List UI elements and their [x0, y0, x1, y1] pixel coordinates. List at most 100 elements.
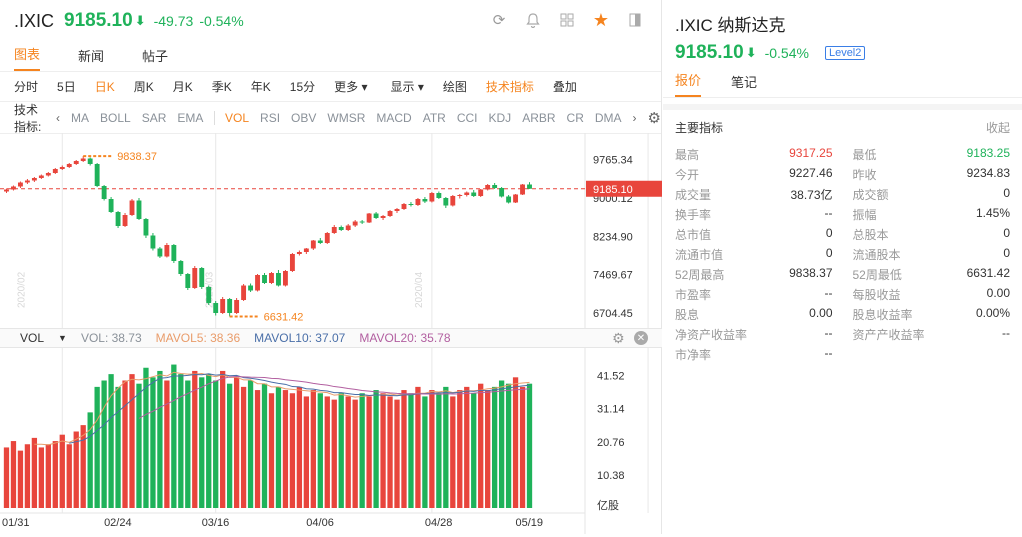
close-icon[interactable]: ✕ [634, 331, 648, 345]
volume-bar [59, 434, 65, 508]
indicator-ma[interactable]: MA [71, 111, 89, 125]
last-price-label: 9185.10 [593, 184, 633, 196]
tab-posts[interactable]: 帖子 [142, 46, 168, 71]
panel-toggle-icon[interactable] [625, 10, 645, 30]
stat-label: 流通股本 [852, 247, 901, 262]
month-watermark: 2020/02 [16, 271, 27, 308]
chevron-right-icon[interactable]: › [633, 111, 637, 125]
candle-body [24, 180, 30, 183]
settings-icon[interactable]: ⚙ [648, 109, 661, 127]
indicators-button[interactable]: 技术指标 [486, 78, 534, 95]
period-5day[interactable]: 5日 [57, 78, 76, 95]
tab-news[interactable]: 新闻 [78, 46, 104, 71]
stat-label: 市净率 [675, 347, 712, 362]
vol-selector[interactable]: VOL [20, 331, 44, 345]
draw-button[interactable]: 绘图 [443, 78, 467, 95]
candle-body [171, 245, 177, 261]
period-quarterly[interactable]: 季K [212, 78, 232, 95]
period-weekly[interactable]: 周K [134, 78, 154, 95]
tab-notes[interactable]: 笔记 [731, 72, 757, 97]
stat-value: -- [824, 325, 833, 340]
candle-body [485, 185, 491, 190]
indicator-atr[interactable]: ATR [423, 111, 446, 125]
period-15min[interactable]: 15分 [290, 78, 315, 95]
period-yearly[interactable]: 年K [251, 78, 271, 95]
stat-row: 52周最高 9838.37 52周最低 6631.42 [675, 264, 1010, 284]
candle-body [262, 275, 267, 283]
indicator-dma[interactable]: DMA [595, 111, 622, 125]
volume-bar [171, 364, 177, 508]
volume-settings-icon[interactable]: ⚙ [612, 330, 625, 347]
period-monthly[interactable]: 月K [173, 78, 193, 95]
volume-bar [282, 390, 289, 508]
display-dropdown[interactable]: 显示 ▾ [391, 78, 424, 95]
stat-row: 股息 0.00 股息收益率 0.00% [675, 304, 1010, 324]
indicator-label: 技术指标: [14, 102, 42, 134]
stat-row: 市净率 -- [675, 344, 1010, 364]
stat-label: 股息 [675, 307, 700, 322]
indicator-cci[interactable]: CCI [457, 111, 478, 125]
level2-badge[interactable]: Level2 [824, 46, 866, 60]
indicator-sar[interactable]: SAR [142, 111, 167, 125]
indicator-obv[interactable]: OBV [291, 111, 316, 125]
candle-body [178, 261, 184, 274]
volume-axis-label: 31.14 [597, 404, 625, 416]
candle-body [527, 184, 532, 189]
volume-bar [247, 380, 254, 508]
stat-value: -- [1002, 325, 1010, 340]
volume-bar [206, 374, 212, 508]
refresh-icon[interactable]: ⟳ [489, 10, 509, 30]
indicator-macd[interactable]: MACD [376, 111, 411, 125]
indicator-cr[interactable]: CR [567, 111, 584, 125]
collapse-button[interactable]: 收起 [986, 119, 1010, 136]
volume-bar [129, 374, 135, 508]
tab-quote[interactable]: 报价 [675, 70, 702, 97]
candle-body [289, 254, 295, 271]
chevron-left-icon[interactable]: ‹ [56, 111, 60, 125]
chevron-down-icon[interactable]: ▼ [58, 333, 67, 343]
indicator-rsi[interactable]: RSI [260, 111, 280, 125]
volume-bar [359, 393, 365, 508]
volume-bar [491, 386, 498, 508]
volume-bar [38, 447, 45, 508]
volume-bar [52, 441, 58, 508]
stat-value: 0 [1003, 225, 1010, 240]
candle-body [520, 184, 525, 195]
period-more-dropdown[interactable]: 更多 ▾ [334, 78, 367, 95]
indicator-vol[interactable]: VOL [225, 111, 249, 125]
stat-label: 今开 [675, 167, 700, 182]
candle-body [185, 274, 191, 288]
indicator-arbr[interactable]: ARBR [522, 111, 555, 125]
volume-bar [289, 393, 296, 508]
candle-body [59, 167, 65, 169]
stat-row: 换手率 -- 振幅 1.45% [675, 204, 1010, 224]
period-intraday[interactable]: 分时 [14, 78, 38, 95]
star-icon[interactable]: ★ [591, 10, 611, 30]
header-toolbar: ⟳ ★ [489, 10, 645, 30]
stat-row: 成交量 38.73亿 成交额 0 [675, 184, 1010, 204]
indicator-ema[interactable]: EMA [177, 111, 203, 125]
tab-chart[interactable]: 图表 [14, 44, 41, 71]
bell-icon[interactable] [523, 10, 543, 30]
chart-area[interactable]: 2020/022020/032020/049765.349000.128234.… [0, 133, 662, 534]
candle-body [87, 158, 93, 164]
volume-bar [17, 450, 24, 508]
period-daily[interactable]: 日K [95, 78, 115, 95]
candle-body [359, 221, 365, 223]
candle-body [276, 273, 281, 286]
candle-body [227, 299, 233, 313]
candle-body [296, 252, 302, 254]
overlay-button[interactable]: 叠加 [553, 78, 577, 95]
indicator-wmsr[interactable]: WMSR [327, 111, 365, 125]
panel-symbol: .IXIC 纳斯达克 [675, 16, 786, 35]
grid-icon[interactable] [557, 10, 577, 30]
candle-body [199, 268, 205, 287]
volume-bar [157, 370, 163, 508]
chart-panel: .IXIC 9185.10 ⬇ -49.73 -0.54% ⟳ ★ 图表 新闻 … [0, 0, 662, 534]
stat-value: 9317.25 [789, 145, 833, 160]
indicator-kdj[interactable]: KDJ [489, 111, 512, 125]
stat-value: -- [824, 285, 833, 300]
candle-body [450, 196, 456, 206]
indicator-boll[interactable]: BOLL [100, 111, 131, 125]
stat-value: 0.00% [975, 305, 1010, 320]
